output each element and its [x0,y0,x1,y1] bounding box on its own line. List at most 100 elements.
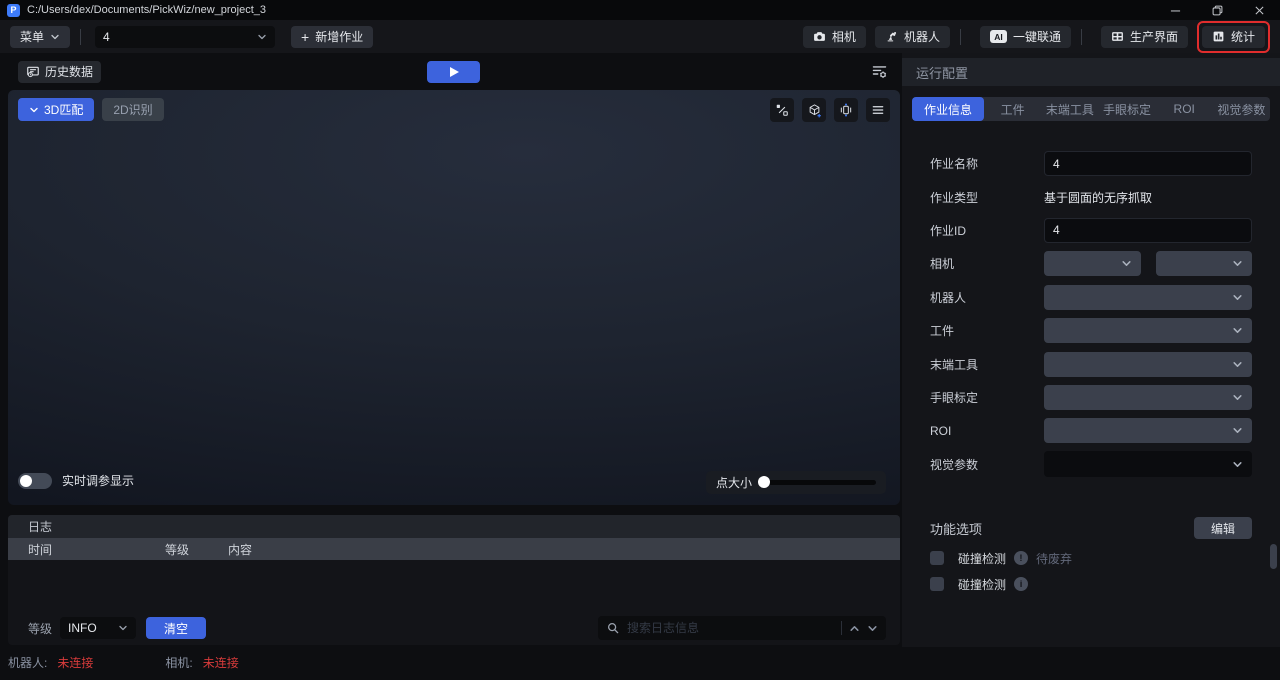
tab-workpiece[interactable]: 工件 [984,101,1041,118]
viewport-menu-button[interactable] [866,98,890,122]
job-id-label: 作业ID [930,223,967,238]
robot-button[interactable]: 机器人 [874,25,950,48]
view-settings-button[interactable] [871,64,888,79]
option-row-collision-1: 碰撞检测 ! 待废弃 [930,549,1252,567]
ai-icon: AI [989,30,1007,43]
add-cube-button[interactable] [802,98,826,122]
form-row-job-type: 作业类型 基于圆面的无序抓取 [930,180,1252,213]
tab-roi[interactable]: ROI [1156,102,1213,116]
hand-eye-field-label: 手眼标定 [930,390,979,405]
slider-knob[interactable] [758,476,771,488]
tab-hand-eye[interactable]: 手眼标定 [1098,101,1155,118]
log-panel: 日志 时间 等级 内容 等级 INFO 清空 [8,515,900,645]
roi-select[interactable] [1044,418,1252,444]
hand-eye-select[interactable] [1044,384,1252,410]
collision-check-2-checkbox[interactable] [930,577,944,591]
tab-vision-params[interactable]: 视觉参数 [1213,101,1270,118]
log-table-header: 时间 等级 内容 [8,538,900,560]
toggle-knob [20,474,32,487]
log-table-body[interactable] [8,560,900,615]
camera-icon [814,32,825,41]
option-row-collision-2: 碰撞检测 i [930,575,1252,593]
job-select-dropdown[interactable]: 4 [95,25,276,48]
toolbar-separator [80,28,82,45]
point-size-label: 点大小 [716,476,753,490]
measure-link-button[interactable] [770,98,794,122]
one-key-connect-button[interactable]: AI 一键联通 [979,25,1071,48]
fit-view-button[interactable] [834,98,858,122]
log-level-select[interactable]: INFO [60,617,137,639]
camera-status: 相机: 未连接 [165,654,238,671]
job-select-value: 4 [103,29,110,44]
stats-button[interactable]: 统计 [1201,25,1265,48]
edit-options-button[interactable]: 编辑 [1194,517,1252,539]
close-button[interactable] [1238,0,1280,20]
chevron-down-icon [1233,261,1242,267]
tab-3d-match[interactable]: 3D匹配 [18,98,95,121]
log-search-input[interactable] [627,621,834,635]
history-data-button[interactable]: 历史数据 [18,60,102,83]
bar-chart-icon [1213,31,1224,42]
realtime-param-toggle[interactable] [18,472,52,489]
panel-scrollbar-thumb[interactable] [1270,544,1277,569]
log-level-label: 等级 [28,621,53,636]
vision-params-field-label: 视觉参数 [930,457,979,472]
production-ui-label: 生产界面 [1129,30,1178,44]
plus-icon: + [301,28,310,45]
minimize-button[interactable] [1154,0,1196,20]
chevron-up-icon [850,625,859,631]
camera-select-2[interactable] [1155,251,1252,277]
camera-button[interactable]: 相机 [802,25,866,48]
camera-status-label: 相机: [165,656,193,670]
form-row-job-name: 作业名称 [930,147,1252,180]
search-next-button[interactable] [867,623,878,634]
run-play-button[interactable] [427,61,480,83]
function-options-title: 功能选项 [930,521,983,537]
toolbar-separator [1080,28,1082,45]
3d-viewport[interactable]: 3D匹配 2D识别 实时调参显示 点大小 [8,90,900,505]
toolbar-separator [959,28,961,45]
production-ui-button[interactable]: 生产界面 [1100,25,1188,48]
camera-button-label: 相机 [831,30,856,44]
form-row-workpiece: 工件 [930,314,1252,347]
minimize-icon [1170,9,1180,11]
tab-job-info[interactable]: 作业信息 [912,97,985,121]
deprecated-warning-icon: ! [1014,551,1029,565]
restore-button[interactable] [1196,0,1238,20]
point-size-slider[interactable] [758,476,876,488]
form-row-roi: ROI [930,414,1252,447]
new-job-label: 新增作业 [315,30,364,44]
camera-select-1[interactable] [1044,251,1141,277]
tab-end-tool[interactable]: 末端工具 [1041,101,1098,118]
fit-bounds-icon [840,103,852,117]
chevron-down-icon [119,625,127,631]
job-name-label: 作业名称 [930,157,979,172]
restore-icon [1212,5,1222,15]
deprecated-note: 待废弃 [1036,551,1073,566]
workpiece-select[interactable] [1044,318,1252,344]
viewport-mode-tabs: 3D匹配 2D识别 [18,98,164,121]
history-data-icon [27,66,39,77]
job-info-form: 作业名称 作业类型 基于圆面的无序抓取 作业ID 相机 [930,147,1252,481]
job-name-input[interactable] [1044,151,1252,177]
tab-2d-recognition[interactable]: 2D识别 [102,98,164,121]
collision-check-1-checkbox[interactable] [930,551,944,565]
log-clear-button[interactable]: 清空 [146,617,207,639]
search-prev-button[interactable] [849,623,860,634]
vision-params-select[interactable] [1044,451,1252,478]
node-link-icon [776,104,788,116]
robot-select[interactable] [1044,284,1252,310]
robot-status-label: 机器人: [8,656,48,670]
chevron-down-icon [1233,428,1242,434]
hamburger-menu-icon [872,106,884,114]
menu-button[interactable]: 菜单 [10,25,71,48]
stats-highlight-box: 统计 [1196,20,1270,53]
new-job-button[interactable]: + 新增作业 [291,25,374,48]
robot-button-label: 机器人 [903,30,940,44]
history-data-label: 历史数据 [45,65,94,79]
list-settings-icon [872,66,887,79]
end-tool-select[interactable] [1044,351,1252,377]
point-size-control: 点大小 [706,471,886,494]
chevron-down-icon [1233,395,1242,400]
job-id-input[interactable] [1044,217,1252,243]
